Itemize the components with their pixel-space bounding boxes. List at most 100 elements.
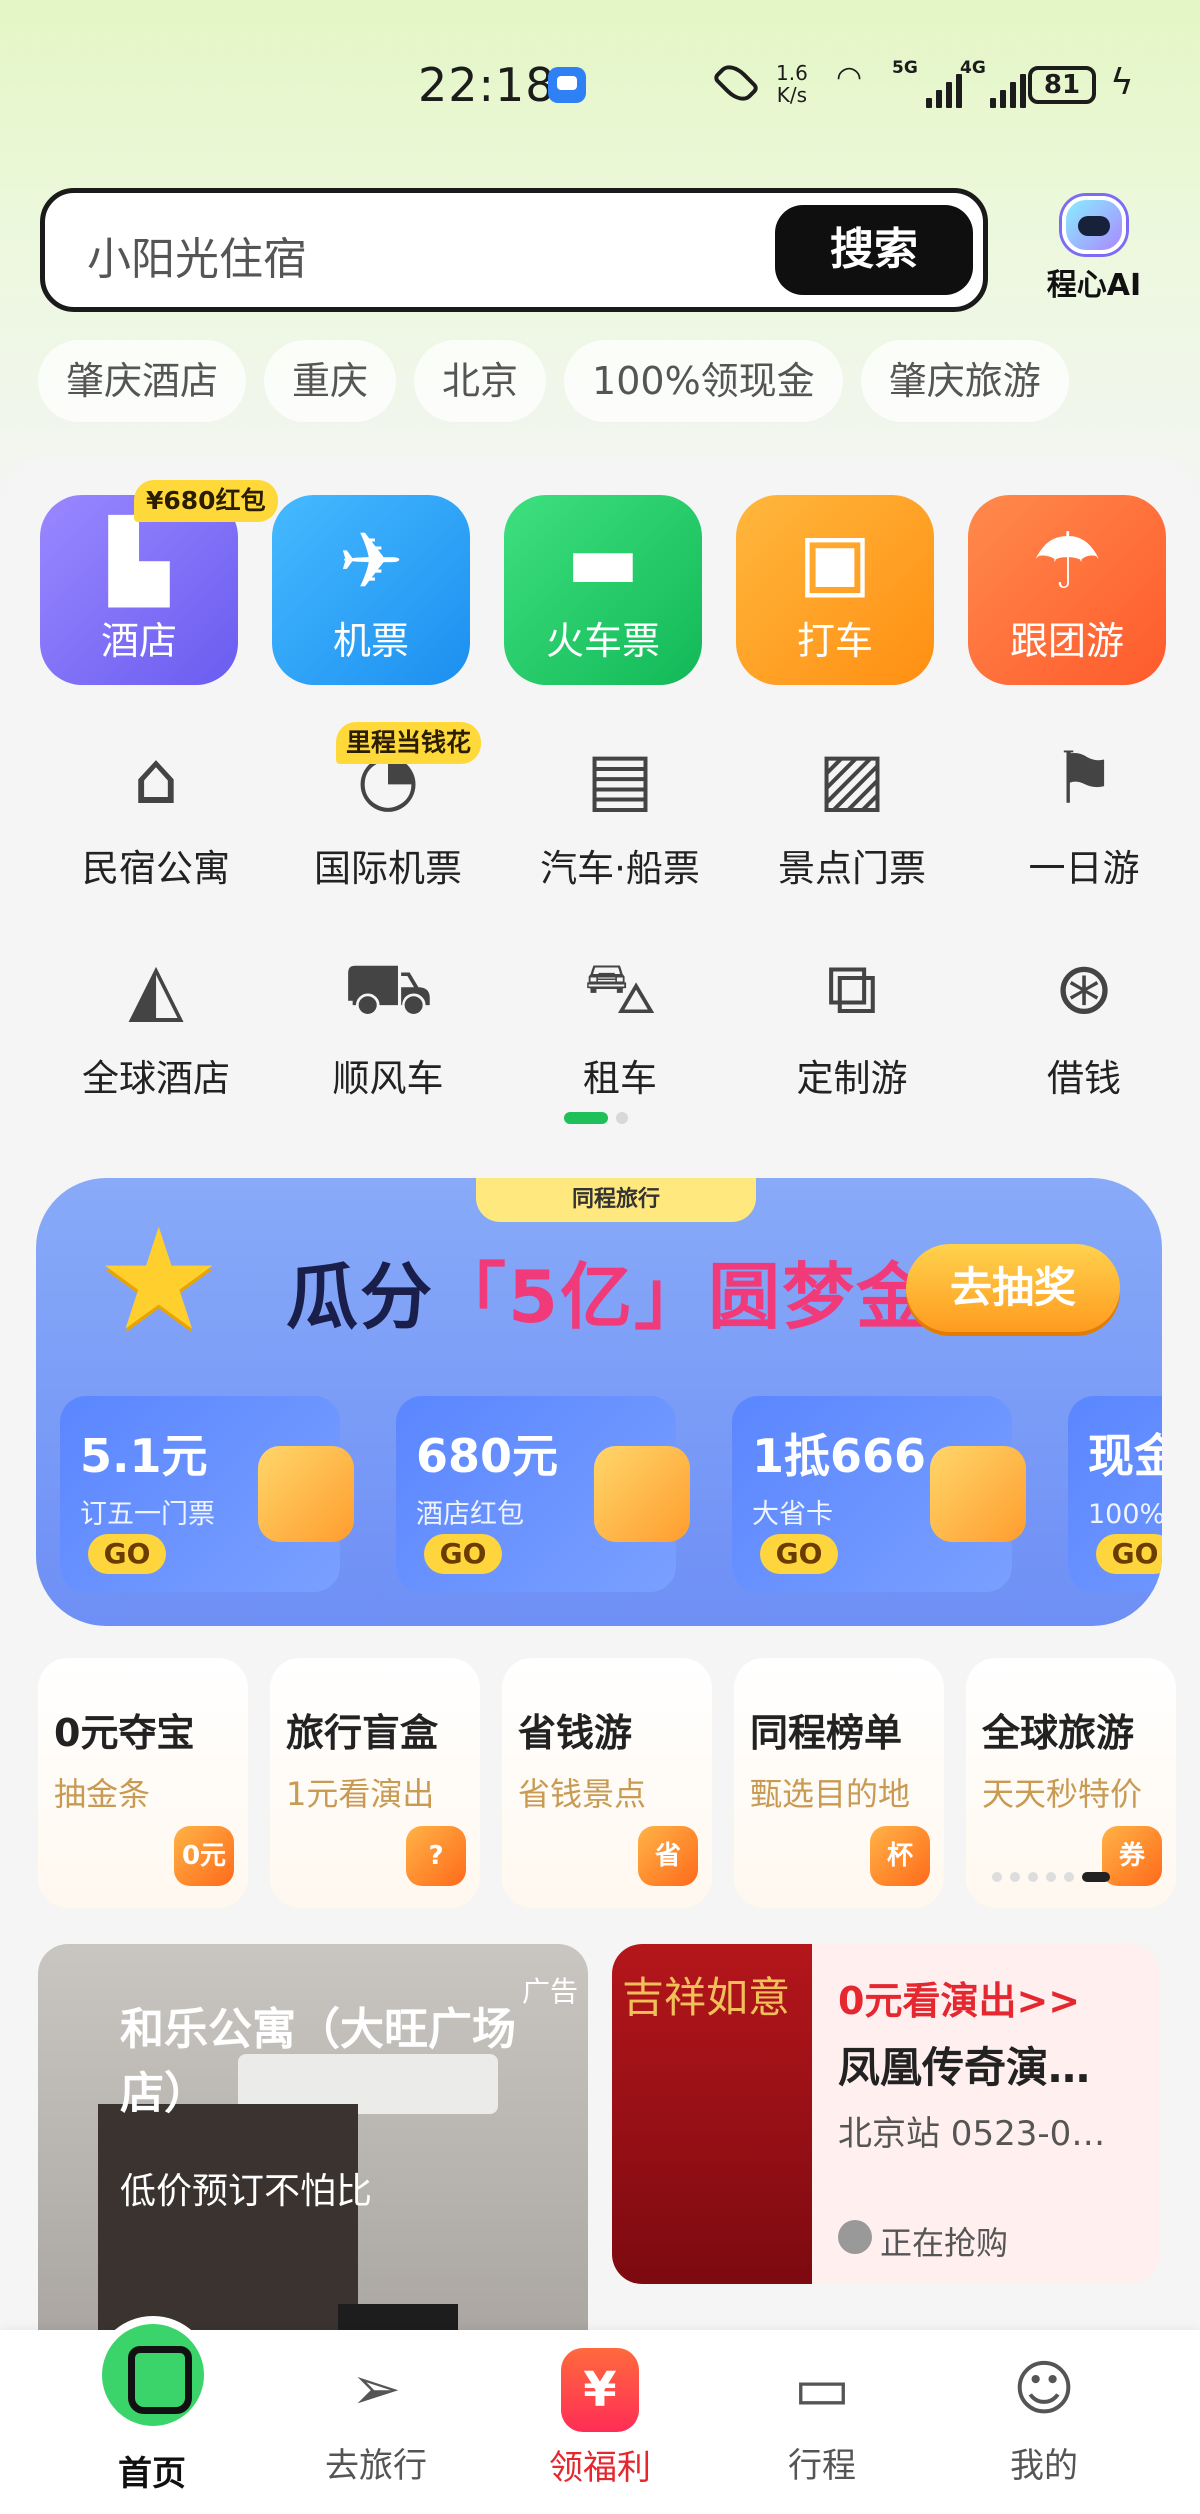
tab-travel[interactable]: ➢ 去旅行 <box>276 2330 476 2487</box>
coupon-card[interactable]: 现金 100%必 GO <box>1068 1396 1162 1592</box>
wifi-icon: ◠ <box>836 60 863 95</box>
ai-assistant-label: 程心AI <box>1046 268 1142 303</box>
service-label: 民宿公寓 <box>82 847 230 890</box>
signal-4g-icon: 4G <box>960 58 1026 108</box>
service-custom-tour[interactable]: ⧉ 定制游 <box>736 938 968 1102</box>
service-loan[interactable]: ⊛ 借钱 <box>968 938 1200 1102</box>
custom-trip-icon: ⧉ <box>826 946 878 1030</box>
mileage-badge: 里程当钱花 <box>336 722 482 764</box>
service-label: 景点门票 <box>778 847 926 890</box>
chip[interactable]: 100%领现金 <box>564 340 843 422</box>
service-homestay[interactable]: ⌂ 民宿公寓 <box>40 728 272 892</box>
save-money-icon: 省 <box>638 1826 698 1886</box>
tab-rewards[interactable]: ¥ 领福利 <box>500 2330 700 2489</box>
service-group-tour[interactable]: ☂ 跟团游 <box>968 495 1166 685</box>
search-button[interactable]: 搜索 <box>775 205 973 295</box>
service-label: 国际机票 <box>314 847 462 890</box>
tab-label: 去旅行 <box>325 2446 427 2486</box>
clock: 22:18 <box>418 58 556 112</box>
feed-title: 和乐公寓（大旺广场店） <box>120 2004 516 2119</box>
service-flight[interactable]: ✈ 机票 <box>272 495 470 685</box>
house-icon: ⌂ <box>133 736 179 820</box>
service-label: 酒店 <box>100 619 177 663</box>
chip[interactable]: 重庆 <box>264 340 397 422</box>
coupon-desc: 100%必 <box>1088 1499 1162 1530</box>
feed-title: 凤凰传奇演… <box>838 2043 1091 2092</box>
feature-subtitle: 1元看演出 <box>286 1775 435 1813</box>
chip[interactable]: 肇庆旅游 <box>860 340 1069 422</box>
chip[interactable]: 北京 <box>414 340 547 422</box>
go-button[interactable]: GO <box>88 1534 166 1574</box>
service-label: 顺风车 <box>332 1057 444 1100</box>
palm-tree-icon: ☂ <box>1032 517 1102 607</box>
coupon-card[interactable]: 5.1元 订五一门票 GO <box>60 1396 354 1592</box>
gift-box-icon: ? <box>406 1826 466 1886</box>
go-button[interactable]: GO <box>1096 1534 1162 1574</box>
promo-banner[interactable]: 同程旅行 ★ 瓜分「5亿」圆梦金 去抽奖 5.1元 订五一门票 GO 680元 酒店红… <box>36 1178 1162 1626</box>
coupon-card[interactable]: 680元 酒店红包 GO <box>396 1396 690 1592</box>
feature-title: 全球旅游 <box>982 1711 1135 1755</box>
hotel-icon: ▙ <box>109 517 169 607</box>
hotel-building-icon <box>594 1446 690 1542</box>
home-icon <box>94 2316 212 2434</box>
ai-assistant-button[interactable]: 程心AI <box>1036 196 1152 304</box>
feature-card[interactable]: 0元夺宝 抽金条 0元 <box>38 1658 248 1908</box>
feed-tag[interactable]: 0元看演出>> <box>838 1970 1080 2025</box>
concert-poster: 吉祥如意 <box>612 1944 812 2284</box>
coupon-card[interactable]: 1抵666 大省卡 GO <box>732 1396 1026 1592</box>
go-button[interactable]: GO <box>424 1534 502 1574</box>
feature-card[interactable]: 同程榜单甄选目的地杯 <box>734 1658 944 1908</box>
service-label: 租车 <box>583 1057 657 1100</box>
lottery-button[interactable]: 去抽奖 <box>906 1244 1120 1332</box>
service-label: 火车票 <box>545 619 660 663</box>
feature-card[interactable]: 省钱游省钱景点省 <box>502 1658 712 1908</box>
go-button[interactable]: GO <box>760 1534 838 1574</box>
service-label: 汽车·船票 <box>540 847 700 890</box>
bus-icon: ▤ <box>585 736 655 820</box>
service-car-rental[interactable]: ⛍ 租车 <box>504 938 736 1102</box>
service-global-hotel[interactable]: ◭ 全球酒店 <box>40 938 272 1102</box>
feed-venue: 北京站 0523-0… <box>838 2114 1106 2154</box>
promo-title: 瓜分「5亿」圆梦金 <box>286 1255 931 1339</box>
service-label: 借钱 <box>1047 1057 1121 1100</box>
yuan-icon: ¥ <box>561 2348 639 2432</box>
service-attraction-tickets[interactable]: ▨ 景点门票 <box>736 728 968 892</box>
calendar-icon: ▭ <box>793 2354 851 2424</box>
coupon-list: 5.1元订五一门票GO 680元酒店红包GO 1抵666大省卡GO 现金 100%… <box>60 1396 1162 1592</box>
ticket-icon: 券 <box>1102 1826 1162 1886</box>
service-train[interactable]: ▬ 火车票 <box>504 495 702 685</box>
service-day-trip[interactable]: ⚑ 一日游 <box>968 728 1200 892</box>
tab-label: 领福利 <box>549 2448 651 2488</box>
plane-icon: ✈ <box>338 517 404 607</box>
search-input[interactable]: 小阳光住宿 <box>87 223 307 287</box>
poster-title: 吉祥如意 <box>622 1973 791 2022</box>
chip[interactable]: 肇庆酒店 <box>38 340 247 422</box>
feature-card[interactable]: 全球旅游 天天秒特价券 <box>966 1658 1176 1908</box>
service-rideshare[interactable]: ⛟ 顺风车 <box>272 938 504 1102</box>
avatar <box>838 2220 872 2254</box>
search-bar[interactable]: 小阳光住宿 搜索 <box>40 188 988 312</box>
promo-brand: 同程旅行 <box>476 1178 756 1222</box>
status-bar: 22:18 1.6 K/s ◠ 5G 4G 81 ϟ <box>0 0 1200 170</box>
service-hotel[interactable]: ▙ 酒店 <box>40 495 238 685</box>
feature-subtitle: 省钱景点 <box>518 1775 647 1813</box>
charging-icon: ϟ <box>1110 62 1134 103</box>
eye-icon <box>711 58 761 108</box>
feature-title: 省钱游 <box>518 1711 633 1755</box>
tab-home[interactable]: 首页 <box>52 2316 252 2495</box>
service-label: 机票 <box>332 619 409 663</box>
service-bus-ship[interactable]: ▤ 汽车·船票 <box>504 728 736 892</box>
feature-card[interactable]: 旅行盲盒 1元看演出? <box>270 1658 480 1908</box>
rental-car-icon: ⛍ <box>582 946 658 1030</box>
feed-card-concert[interactable]: 吉祥如意 0元看演出>> 凤凰传奇演… 北京站 0523-0… 正在抢购 <box>612 1944 1160 2284</box>
tab-itinerary[interactable]: ▭ 行程 <box>722 2330 922 2487</box>
tab-profile[interactable]: ☺ 我的 <box>944 2330 1144 2487</box>
feature-title: 同程榜单 <box>750 1711 903 1755</box>
trophy-icon: 杯 <box>870 1826 930 1886</box>
feature-subtitle: 甄选目的地 <box>750 1775 911 1813</box>
hotel-red-packet-badge: ¥680红包 <box>134 480 278 522</box>
battery-icon: 81 <box>1028 66 1096 104</box>
service-taxi[interactable]: ▣ 打车 <box>736 495 934 685</box>
feed-status: 正在抢购 <box>880 2224 1009 2262</box>
network-speed: 1.6 K/s <box>776 61 808 107</box>
